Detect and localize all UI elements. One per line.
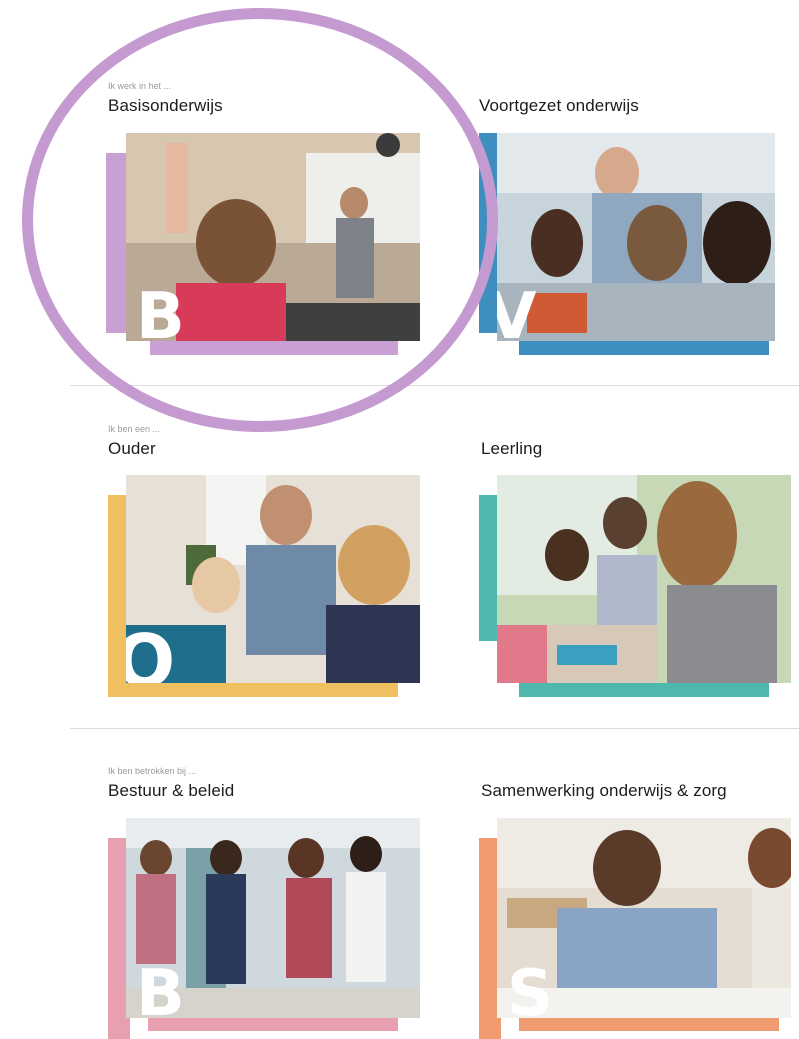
card-letter: O bbox=[126, 619, 176, 683]
accent-bar bbox=[148, 1017, 398, 1031]
section-divider bbox=[70, 385, 799, 386]
section-label: Ik ben een ... bbox=[108, 424, 161, 434]
classroom-photo: B bbox=[126, 133, 420, 341]
students-teacher-photo: V bbox=[497, 133, 775, 341]
accent-bar bbox=[519, 1017, 779, 1031]
card-title-voortgezet-onderwijs[interactable]: Voortgezet onderwijs bbox=[479, 96, 639, 116]
section-label: Ik werk in het ... bbox=[108, 81, 172, 91]
card-basisonderwijs[interactable]: B bbox=[106, 133, 420, 355]
parent-children-photo: O bbox=[126, 475, 420, 683]
accent-bar bbox=[519, 341, 769, 355]
accent-bar bbox=[150, 341, 398, 355]
accent-bar bbox=[106, 153, 128, 333]
running-kids-photo: B bbox=[126, 818, 420, 1018]
card-title-bestuur-beleid[interactable]: Bestuur & beleid bbox=[108, 781, 234, 801]
section-label: Ik ben betrokken bij ... bbox=[108, 766, 197, 776]
card-letter: S bbox=[507, 957, 554, 1018]
card-title-leerling[interactable]: Leerling bbox=[481, 439, 542, 459]
boy-writing-photo: S bbox=[497, 818, 791, 1018]
accent-bar bbox=[108, 683, 398, 697]
card-voortgezet-onderwijs[interactable]: V bbox=[479, 133, 775, 355]
section-divider bbox=[70, 728, 799, 729]
card-samenwerking-onderwijs-zorg[interactable]: S bbox=[479, 818, 791, 1039]
student-laptop-photo bbox=[497, 475, 791, 683]
card-title-samenwerking-onderwijs-zorg[interactable]: Samenwerking onderwijs & zorg bbox=[481, 781, 727, 801]
card-title-basisonderwijs[interactable]: Basisonderwijs bbox=[108, 96, 223, 116]
card-leerling[interactable] bbox=[479, 475, 791, 697]
card-title-ouder[interactable]: Ouder bbox=[108, 439, 156, 459]
card-bestuur-beleid[interactable]: B bbox=[108, 818, 420, 1039]
card-letter: B bbox=[136, 280, 185, 341]
accent-bar bbox=[519, 683, 769, 697]
card-letter: V bbox=[497, 280, 537, 341]
card-ouder[interactable]: O bbox=[108, 475, 420, 697]
card-letter: B bbox=[136, 957, 185, 1018]
